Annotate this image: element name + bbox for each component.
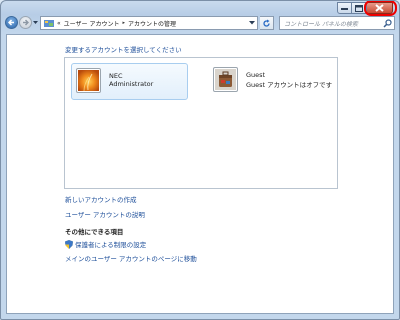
breadcrumb-user-accounts[interactable]: ユーザー アカウント — [64, 19, 120, 28]
parental-controls-row[interactable]: 保護者による制限の設定 — [65, 239, 197, 249]
account-role: Administrator — [109, 80, 154, 88]
address-prefix[interactable]: « — [57, 20, 61, 27]
refresh-button[interactable] — [260, 16, 274, 30]
account-links: 新しいアカウントの作成 ユーザー アカウントの説明 — [65, 194, 145, 224]
main-accounts-page-link[interactable]: メインのユーザー アカウントのページに移動 — [65, 253, 197, 263]
control-panel-icon — [44, 20, 54, 27]
create-account-link[interactable]: 新しいアカウントの作成 — [65, 194, 145, 204]
parental-controls-link[interactable]: 保護者による制限の設定 — [75, 239, 146, 249]
address-dropdown-icon[interactable] — [249, 21, 255, 25]
uac-shield-icon — [65, 239, 73, 249]
guest-suitcase-avatar-icon — [213, 67, 238, 92]
account-name: Guest — [246, 71, 266, 79]
orange-flower-avatar-icon — [76, 68, 101, 93]
minimize-button[interactable] — [337, 2, 352, 14]
other-tasks-list: 保護者による制限の設定 メインのユーザー アカウントのページに移動 — [65, 239, 197, 267]
account-role: Guest アカウントはオフです — [246, 81, 333, 89]
refresh-icon — [263, 19, 270, 27]
navigation-bar: « ユーザー アカウント ▸ アカウントの管理 コントロール パネルの検索 — [1, 15, 399, 33]
recent-pages-dropdown-icon[interactable] — [33, 20, 38, 25]
account-list-panel: NEC Administrator Guest Guest アカウントはオフです — [64, 57, 338, 189]
back-arrow-icon — [8, 19, 14, 26]
main-accounts-page-row[interactable]: メインのユーザー アカウントのページに移動 — [65, 253, 197, 263]
close-button-highlight — [364, 1, 397, 16]
account-tile-nec[interactable]: NEC Administrator — [71, 63, 188, 100]
address-bar[interactable]: « ユーザー アカウント ▸ アカウントの管理 — [40, 16, 258, 30]
search-box[interactable]: コントロール パネルの検索 — [279, 16, 395, 30]
search-icon[interactable] — [383, 19, 392, 28]
content-pane: 変更するアカウントを選択してください NEC Administrator Gue… — [6, 34, 394, 314]
choose-account-prompt: 変更するアカウントを選択してください — [65, 46, 182, 54]
other-tasks-heading: その他にできる項目 — [65, 228, 124, 236]
minimize-icon — [341, 8, 348, 10]
forward-button[interactable] — [19, 16, 32, 29]
breadcrumb-manage-accounts[interactable]: アカウントの管理 — [128, 19, 176, 28]
search-placeholder: コントロール パネルの検索 — [284, 21, 358, 28]
account-name: NEC — [109, 72, 123, 80]
maximize-icon — [355, 4, 363, 12]
account-tile-guest[interactable]: Guest Guest アカウントはオフです — [209, 63, 332, 100]
back-button[interactable] — [5, 16, 18, 29]
forward-arrow-icon — [23, 19, 29, 26]
user-accounts-help-link[interactable]: ユーザー アカウントの説明 — [65, 209, 145, 219]
breadcrumb-separator: ▸ — [122, 20, 125, 26]
control-panel-window: « ユーザー アカウント ▸ アカウントの管理 コントロール パネルの検索 変更… — [0, 0, 400, 320]
